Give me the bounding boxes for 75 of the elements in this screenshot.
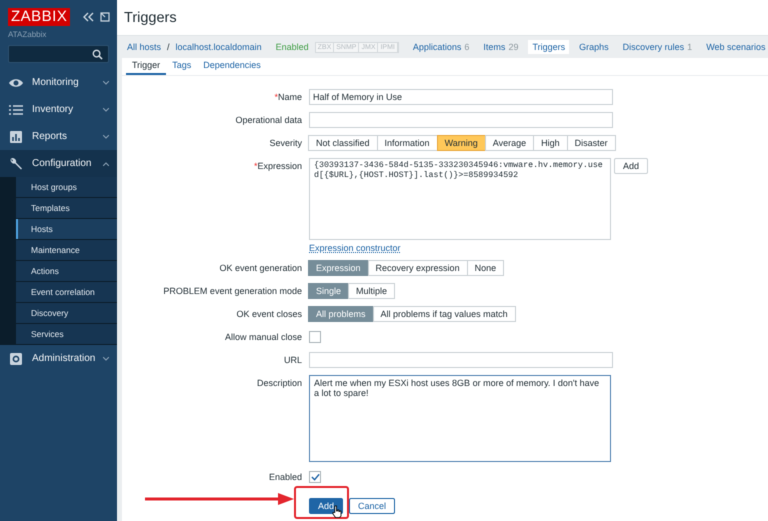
nav-tab[interactable]: Web scenarios: [702, 40, 768, 54]
breadcrumb-link[interactable]: localhost.localdomain: [176, 42, 262, 52]
chevron-icon: [103, 108, 109, 112]
radio-option[interactable]: Average: [484, 135, 534, 151]
radio-option[interactable]: Recovery expression: [368, 260, 468, 276]
add-button[interactable]: Add: [614, 158, 648, 174]
field-label: URL: [282, 354, 302, 367]
menu-item[interactable]: Inventory: [0, 96, 117, 123]
search-field[interactable]: [8, 45, 109, 63]
wrench-icon: [9, 156, 23, 170]
zabbix-logo: ZABBIX: [8, 8, 70, 26]
field-label: OK event closes: [235, 308, 302, 321]
expression-constructor-link[interactable]: Expression constructor: [309, 243, 401, 253]
radio-option[interactable]: Information: [376, 135, 438, 151]
menu-item[interactable]: Reports: [0, 123, 117, 150]
breadcrumb-link[interactable]: All hosts: [127, 42, 162, 52]
menu-item[interactable]: Monitoring: [0, 69, 117, 96]
field-label: Operational data: [234, 114, 302, 127]
radio-option[interactable]: All problems if tag values match: [372, 306, 516, 322]
eye-icon: [8, 76, 24, 88]
nav-tab[interactable]: Applications 6: [408, 40, 474, 54]
submenu-item[interactable]: Hosts: [16, 219, 117, 240]
checkbox[interactable]: [309, 471, 321, 483]
text-field[interactable]: Half of Memory in Use: [309, 89, 613, 105]
server-name: ATAZabbix: [7, 29, 48, 41]
menu-item[interactable]: Administration: [0, 345, 117, 372]
nav-tab[interactable]: Graphs: [575, 40, 613, 54]
gear-icon: [10, 352, 22, 364]
field-label: *Expression: [252, 160, 302, 173]
form-tab[interactable]: Dependencies: [197, 58, 267, 75]
form-tab[interactable]: Trigger: [126, 58, 166, 75]
separator: /: [167, 42, 170, 52]
text-field[interactable]: [309, 112, 613, 128]
page-title: Triggers: [124, 10, 177, 26]
chevron-icon: [103, 80, 109, 84]
hand-cursor-icon: [332, 505, 342, 518]
checkbox[interactable]: [309, 331, 321, 343]
field-label: Allow manual close: [224, 331, 302, 344]
radio-option[interactable]: Warning: [436, 135, 486, 151]
radio-option[interactable]: None: [466, 260, 504, 276]
field-label: PROBLEM event generation mode: [162, 285, 302, 298]
submenu-item[interactable]: Discovery: [16, 303, 117, 324]
submenu-item[interactable]: Host groups: [16, 177, 117, 198]
radio-option[interactable]: Multiple: [348, 283, 396, 299]
description-field[interactable]: Alert me when my ESXi host uses 8GB or more of memory. I don't have a lot to spare!: [309, 375, 611, 462]
bar-chart-icon: [10, 130, 22, 142]
highlight-frame: [294, 486, 349, 519]
submenu-item[interactable]: Templates: [16, 198, 117, 219]
field-label: Enabled: [268, 471, 302, 484]
collapse-icon[interactable]: [82, 12, 94, 22]
radio-option[interactable]: Disaster: [566, 135, 616, 151]
nav-tab[interactable]: Discovery rules 1: [618, 40, 696, 54]
expression-field[interactable]: {30393137-3436-584d-5135-333230345946:vmware.hv.memory.used[{$URL},{HOST.HOST}].last()}>=8589934592: [309, 158, 611, 240]
field-label: Description: [256, 377, 302, 390]
form-tab[interactable]: Tags: [166, 58, 198, 75]
status-label: Enabled: [276, 42, 309, 52]
nav-tab[interactable]: Items 29: [479, 40, 522, 54]
field-label: *Name: [273, 91, 302, 104]
nav-tab[interactable]: Triggers: [528, 40, 570, 54]
submenu-item[interactable]: Event correlation: [16, 282, 117, 303]
chevron-icon: [103, 162, 109, 166]
text-field[interactable]: [309, 352, 613, 368]
submenu-item[interactable]: Maintenance: [16, 240, 117, 261]
list-icon: [9, 104, 23, 114]
chevron-icon: [103, 356, 109, 360]
search-icon: [92, 48, 103, 60]
field-label: OK event generation: [218, 262, 302, 275]
submenu-item[interactable]: Services: [16, 324, 117, 345]
chevron-icon: [103, 134, 109, 138]
submenu-item[interactable]: Actions: [16, 261, 117, 282]
radio-option[interactable]: High: [533, 135, 568, 151]
cancel-button[interactable]: Cancel: [349, 498, 396, 514]
menu-item[interactable]: Configuration: [0, 150, 117, 177]
field-label: Severity: [268, 137, 302, 150]
radio-option[interactable]: Not classified: [308, 135, 378, 151]
